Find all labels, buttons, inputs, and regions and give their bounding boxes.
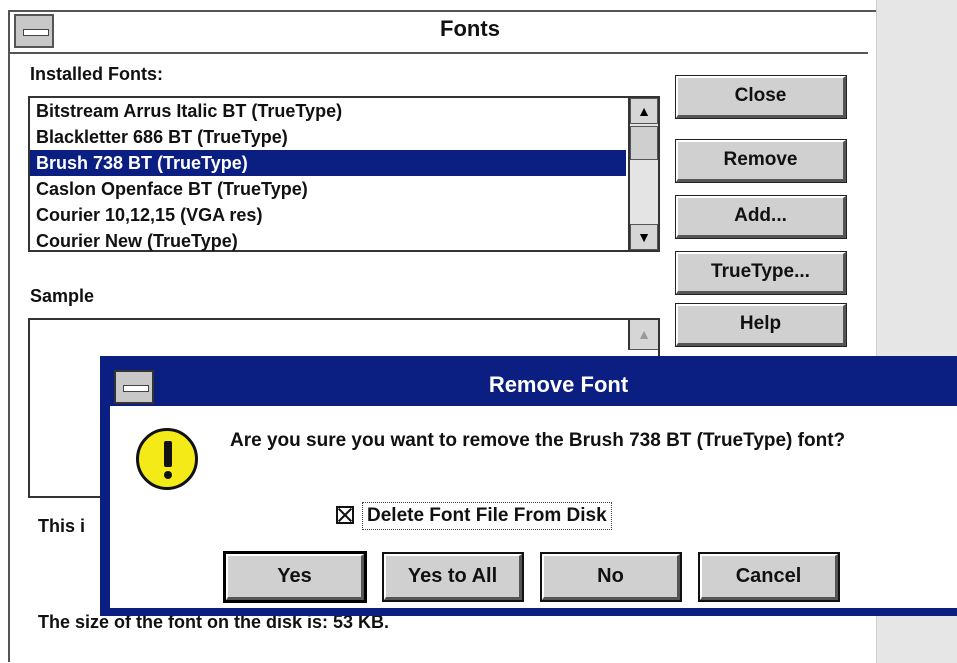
sample-label: Sample: [30, 286, 95, 306]
list-item[interactable]: Courier New (TrueType): [30, 228, 626, 254]
scroll-down-icon[interactable]: ▼: [630, 224, 658, 250]
list-item[interactable]: Courier 10,12,15 (VGA res): [30, 202, 626, 228]
installed-fonts-listbox[interactable]: Bitstream Arrus Italic BT (TrueType) Bla…: [28, 96, 660, 252]
truetype-button[interactable]: TrueType...: [675, 251, 847, 295]
remove-font-dialog: Remove Font Are you sure you want to rem…: [100, 356, 957, 616]
system-menu-icon[interactable]: [14, 14, 54, 48]
dialog-system-menu-icon[interactable]: [114, 370, 154, 404]
font-description: This i: [38, 516, 86, 536]
dialog-titlebar[interactable]: Remove Font: [110, 366, 957, 406]
cancel-button[interactable]: Cancel: [698, 552, 840, 602]
installed-fonts-label: Installed Fonts:: [30, 64, 164, 84]
yes-button[interactable]: Yes: [223, 551, 367, 603]
dialog-message: Are you sure you want to remove the Brus…: [230, 430, 846, 451]
listbox-scrollbar[interactable]: ▲ ▼: [628, 98, 658, 250]
list-item-selected[interactable]: Brush 738 BT (TrueType): [30, 150, 626, 176]
fonts-titlebar[interactable]: Fonts: [10, 12, 868, 54]
dialog-body: Remove Font Are you sure you want to rem…: [110, 366, 957, 608]
scroll-up-icon[interactable]: ▲: [630, 98, 658, 124]
dialog-title: Remove Font: [488, 372, 629, 397]
yes-to-all-button[interactable]: Yes to All: [382, 552, 524, 602]
scroll-thumb[interactable]: [630, 126, 658, 160]
no-button[interactable]: No: [540, 552, 682, 602]
window-title: Fonts: [440, 16, 500, 41]
list-item[interactable]: Caslon Openface BT (TrueType): [30, 176, 626, 202]
font-list: Bitstream Arrus Italic BT (TrueType) Bla…: [30, 98, 626, 254]
screen: Fonts Installed Fonts: Bitstream Arrus I…: [0, 0, 957, 663]
help-button[interactable]: Help: [675, 303, 847, 347]
remove-button[interactable]: Remove: [675, 139, 847, 183]
warning-exclamation-icon: [136, 428, 198, 490]
desktop-top: [0, 0, 876, 10]
close-button[interactable]: Close: [675, 75, 847, 119]
delete-file-checkbox[interactable]: [336, 506, 354, 524]
sample-scroll-up-icon: ▲: [628, 320, 658, 350]
add-button[interactable]: Add...: [675, 195, 847, 239]
list-item[interactable]: Blackletter 686 BT (TrueType): [30, 124, 626, 150]
list-item[interactable]: Bitstream Arrus Italic BT (TrueType): [30, 98, 626, 124]
delete-file-checkbox-label[interactable]: Delete Font File From Disk: [362, 502, 612, 530]
